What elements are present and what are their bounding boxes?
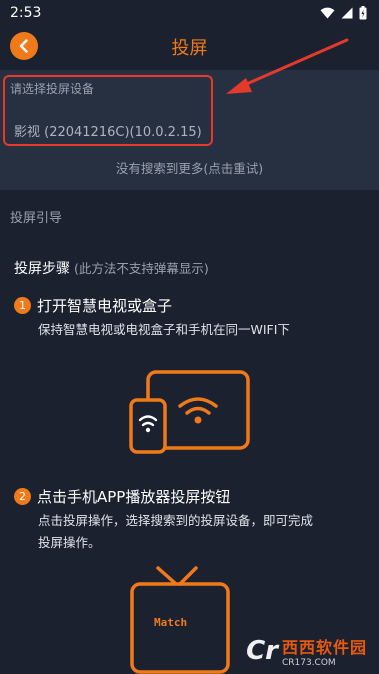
steps-title: 投屏步骤 (此方法不支持弹幕显示) xyxy=(14,258,209,278)
status-bar: 2:53 xyxy=(0,0,379,26)
watermark-brand: 西西软件园 xyxy=(281,638,367,657)
step-2-description: 点击投屏操作，选择搜索到的投屏设备，即可完成 投屏操作。 xyxy=(38,510,313,554)
signal-icon xyxy=(341,7,353,19)
tv-cast-illustration: Match xyxy=(130,566,230,674)
step-2-description-line-1: 点击投屏操作，选择搜索到的投屏设备，即可完成 xyxy=(38,513,314,528)
guide-section-label: 投屏引导 xyxy=(10,211,63,226)
red-arrow-annotation xyxy=(226,38,349,94)
status-time: 2:53 xyxy=(10,5,42,21)
step-1-description: 保持智慧电视或电视盒子和手机在同一WIFI下 xyxy=(38,322,290,337)
step-2-description-line-2: 投屏操作。 xyxy=(38,535,101,550)
steps-title-text: 投屏步骤 xyxy=(14,261,70,277)
step-1-number: 1 xyxy=(14,297,31,314)
watermark-text: 西西软件园 CR173.COM xyxy=(282,634,367,668)
tv-phone-wifi-illustration xyxy=(129,370,250,454)
wifi-icon xyxy=(320,7,335,19)
steps-note: (此方法不支持弹幕显示) xyxy=(74,261,209,276)
tv-screen-text: Match xyxy=(154,616,187,629)
highlight-annotation-box xyxy=(3,75,213,146)
step-1-heading: 1 打开智慧电视或盒子 xyxy=(14,295,172,316)
step-2-title: 点击手机APP播放器投屏按钮 xyxy=(37,488,231,506)
retry-search-button[interactable]: 没有搜索到更多(点击重试) xyxy=(0,158,379,177)
watermark-logo: Cr xyxy=(246,636,278,666)
step-2-number: 2 xyxy=(14,488,31,505)
watermark: Cr 西西软件园 CR173.COM xyxy=(246,634,367,668)
watermark-site: CR173.COM xyxy=(281,658,336,668)
step-2-heading: 2 点击手机APP播放器投屏按钮 xyxy=(14,486,230,507)
battery-icon xyxy=(359,6,367,20)
step-1-title: 打开智慧电视或盒子 xyxy=(37,297,173,315)
status-icons xyxy=(320,6,367,20)
